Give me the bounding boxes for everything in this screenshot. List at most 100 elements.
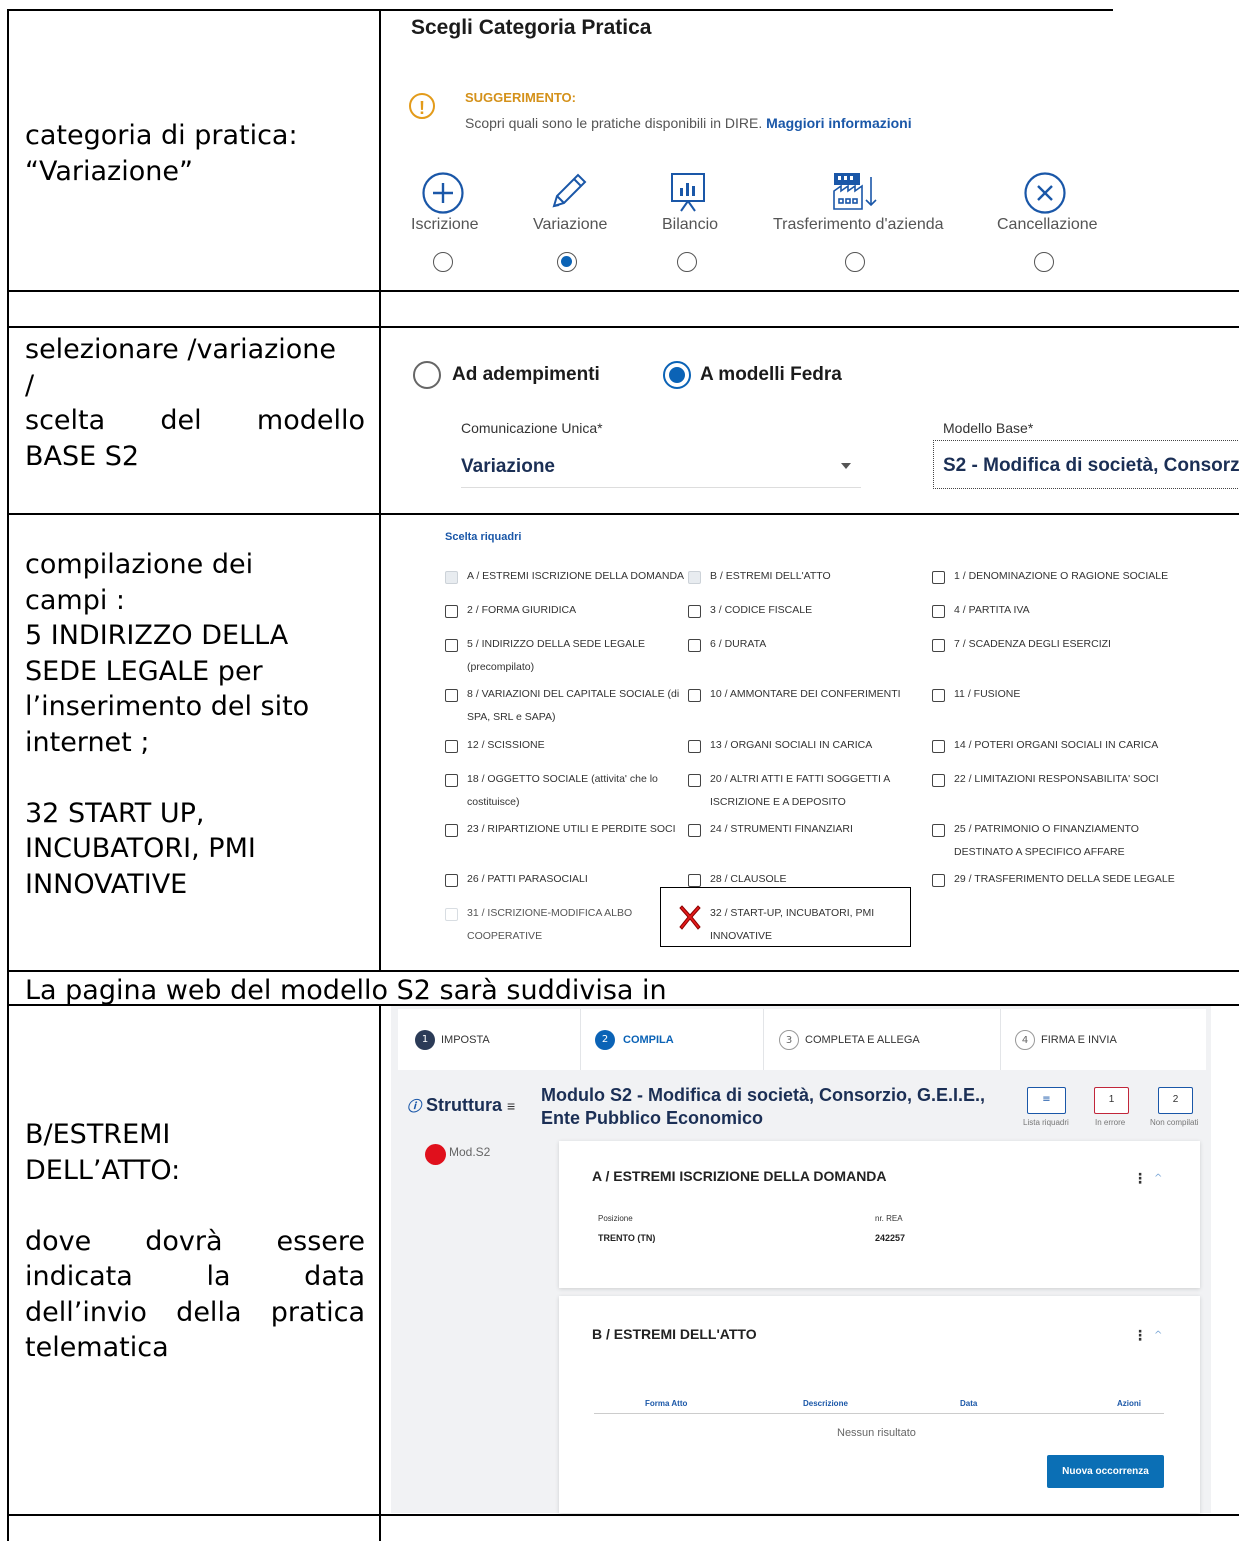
riquadro-label-line: A / ESTREMI ISCRIZIONE DELLA DOMANDA [467,570,685,582]
factory-icon[interactable] [831,167,881,213]
riquadro-label-10-ammontare-dei-conferimenti: 10 / AMMONTARE DEI CONFERIMENTI [710,683,901,706]
section-b-card: B / ESTREMI DELL'ATTO ⋮ ^ Forma Atto Des… [559,1296,1200,1513]
category-label-variazione: Variazione [533,216,608,233]
chevron-up-icon[interactable]: ^ [1154,1330,1162,1341]
column-header: Data [960,1399,978,1408]
non-compilati-badge[interactable]: 2 [1158,1087,1193,1114]
category-radio-variazione[interactable] [557,252,577,272]
category-label-cancellazione: Cancellazione [997,216,1098,233]
row1-description: categoria di pratica: “Variazione” [25,118,365,189]
riquadro-checkbox-7-scadenza-degli-esercizi[interactable] [932,639,945,652]
step-firma[interactable]: FIRMA E INVIA [1041,1034,1117,1046]
chevron-up-icon[interactable]: ^ [1154,1173,1162,1184]
modello-base-select[interactable]: S2 - Modifica di società, Consorzio, [933,440,1239,489]
step-compila[interactable]: COMPILA [623,1034,674,1046]
riquadro-label-line: 18 / OGGETTO SOCIALE (attivita' che lo [467,773,658,785]
table-border [379,9,381,971]
riquadro-checkbox-6-durata[interactable] [688,639,701,652]
riquadro-checkbox-13-organi-sociali-in-carica[interactable] [688,740,701,753]
module-title: Modulo S2 - Modifica di società, Consorz… [541,1084,985,1130]
step-completa[interactable]: COMPLETA E ALLEGA [805,1034,920,1046]
lista-riquadri-label: Lista riquadri [1023,1118,1069,1127]
riquadro-label-line: 31 / ISCRIZIONE-MODIFICA ALBO [467,907,633,919]
row1-line: “Variazione” [25,155,193,187]
table-border [379,1004,381,1541]
category-radio-bilancio[interactable] [677,252,697,272]
row6-line: dell’invio della pratica [25,1296,365,1328]
chevron-down-icon[interactable] [841,463,851,469]
riquadro-checkbox-2-forma-giuridica[interactable] [445,605,458,618]
kebab-menu-icon[interactable]: ⋮ [1133,1171,1147,1187]
close-circle-icon[interactable] [1023,171,1067,215]
chart-board-icon[interactable] [667,170,711,214]
step-divider [763,1009,764,1070]
step-number: 2 [595,1030,615,1050]
riquadro-checkbox-22-limitazioni-responsabilita-soci[interactable] [932,774,945,787]
riquadro-checkbox-23-ripartizione-utili-e-perdite-soci[interactable] [445,824,458,837]
riquadro-checkbox-1-denominazione-o-ragione-sociale[interactable] [932,571,945,584]
collapse-menu-icon[interactable]: ≡ [507,1098,515,1114]
mode-radio-fedra[interactable] [663,361,691,389]
riquadro-checkbox-25-patrimonio-o-finanziamento[interactable] [932,824,945,837]
plus-circle-icon[interactable] [421,171,465,215]
riquadro-label-line: SPA, SRL e SAPA) [467,711,556,723]
riquadro-checkbox-a-estremi-iscrizione-della-domanda[interactable] [445,571,458,584]
riquadro-label-a-estremi-iscrizione-della-domanda: A / ESTREMI ISCRIZIONE DELLA DOMANDA [467,565,684,588]
riquadro-checkbox-12-scissione[interactable] [445,740,458,753]
struttura-toggle[interactable]: ⓘ Struttura ≡ [407,1095,515,1116]
row6-line: dove dovrà essere [25,1225,365,1257]
riquadro-checkbox-24-strumenti-finanziari[interactable] [688,824,701,837]
module-title-line: Modulo S2 - Modifica di società, Consorz… [541,1085,986,1105]
riquadro-label-line: 23 / RIPARTIZIONE UTILI E PERDITE SOCI [467,823,676,835]
riquadro-checkbox-14-poteri-organi-sociali-in-carica[interactable] [932,740,945,753]
riquadro-checkbox-3-codice-fiscale[interactable] [688,605,701,618]
pencil-icon[interactable] [546,168,592,214]
riquadro-checkbox-5-indirizzo-della-sede-legale[interactable] [445,639,458,652]
riquadro-label-line: 7 / SCADENZA DEGLI ESERCIZI [954,638,1111,650]
riquadro-checkbox-b-estremi-dell-atto[interactable] [688,571,701,584]
non-compilati-label: Non compilati [1150,1118,1199,1127]
riquadro-checkbox-8-variazioni-del-capitale-sociale-di[interactable] [445,689,458,702]
riquadro-checkbox-29-trasferimento-della-sede-legale[interactable] [932,874,945,887]
riquadro-checkbox-20-altri-atti-e-fatti-soggetti-a[interactable] [688,774,701,787]
category-radio-iscrizione[interactable] [433,252,453,272]
riquadro-label-line: costituisce) [467,796,520,808]
riquadro-checkbox-4-partita-iva[interactable] [932,605,945,618]
riquadro-label-3-codice-fiscale: 3 / CODICE FISCALE [710,599,812,622]
more-info-link[interactable]: Maggiori informazioni [766,115,911,131]
category-radio-trasferimento[interactable] [845,252,865,272]
table-border [7,513,1239,515]
step-imposta[interactable]: IMPOSTA [441,1034,490,1046]
comunicazione-unica-label: Comunicazione Unica* [461,420,603,436]
column-header: Azioni [1117,1399,1141,1408]
row4-description: compilazione dei campi : 5 INDIRIZZO DEL… [25,547,365,902]
riquadro-label-29-trasferimento-della-sede-legale: 29 / TRASFERIMENTO DELLA SEDE LEGALE [954,868,1175,891]
riquadro-checkbox-28-clausole[interactable] [688,874,701,887]
riquadro-label-line: 12 / SCISSIONE [467,739,545,751]
lista-riquadri-button[interactable]: ≡ [1027,1087,1066,1114]
kebab-menu-icon[interactable]: ⋮ [1133,1328,1147,1344]
riquadro-checkbox-26-patti-parasociali[interactable] [445,874,458,887]
comunicazione-unica-select[interactable]: Variazione [461,456,555,478]
mode-label-fedra: A modelli Fedra [700,364,842,385]
nuova-occorrenza-button[interactable]: Nuova occorrenza [1047,1455,1164,1488]
category-radio-cancellazione[interactable] [1034,252,1054,272]
step-divider [1000,1009,1001,1070]
step-number: 3 [779,1030,799,1050]
riquadro-label-line: 5 / INDIRIZZO DELLA SEDE LEGALE [467,638,645,650]
riquadro-checkbox-31-iscrizione-modifica-albo[interactable] [445,908,458,921]
tree-item-mod-s2[interactable]: Mod.S2 [449,1145,490,1159]
rea-label: nr. REA [875,1214,903,1223]
column-header: Forma Atto [645,1399,688,1408]
row3-line: scelta del modello [25,405,365,436]
riquadro-checkbox-11-fusione[interactable] [932,689,945,702]
riquadro-checkbox-18-oggetto-sociale-attivita-che-lo[interactable] [445,774,458,787]
mode-radio-adempimenti[interactable] [413,361,441,389]
riquadro-checkbox-10-ammontare-dei-conferimenti[interactable] [688,689,701,702]
riquadro-label-line: 6 / DURATA [710,638,767,650]
error-status-dot [425,1144,446,1165]
in-errore-badge[interactable]: 1 [1094,1087,1129,1114]
category-label-iscrizione: Iscrizione [411,216,479,233]
riquadro-label-8-variazioni-del-capitale-sociale-di: 8 / VARIAZIONI DEL CAPITALE SOCIALE (di S… [467,683,679,729]
